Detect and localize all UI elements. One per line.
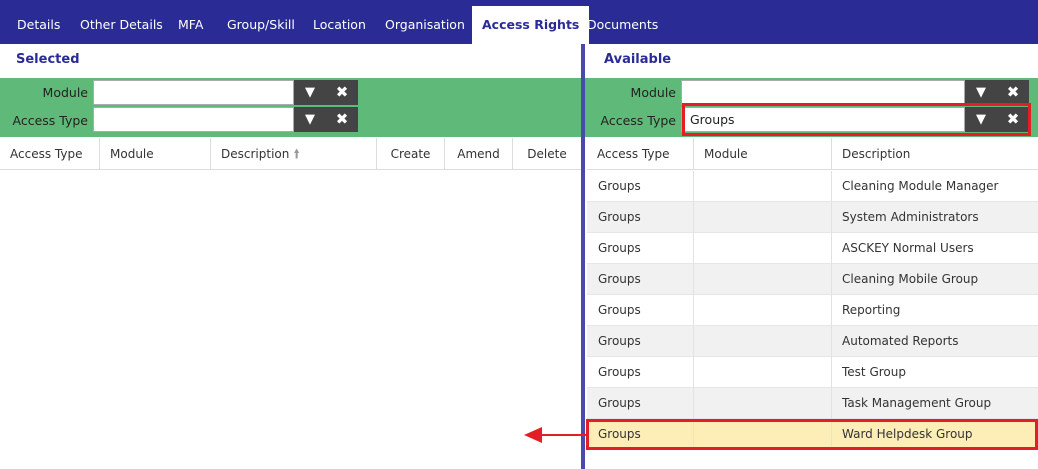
annotation-highlight-access-type	[682, 103, 1031, 136]
available-access-type-label: Access Type	[600, 113, 676, 128]
available-module-clear-button[interactable]: ✖	[997, 80, 1029, 105]
col-amend[interactable]: Amend	[445, 138, 513, 169]
cell-description: Task Management Group	[842, 396, 992, 410]
close-icon: ✖	[335, 83, 349, 101]
tab-bar: Details Other Details MFA Group/Skill Lo…	[0, 0, 1038, 44]
arrow-left-icon	[524, 427, 542, 443]
col-module[interactable]: Module	[100, 138, 211, 169]
column-divider	[831, 357, 832, 388]
selected-table-header: Access Type Module Description 🠙 Create A…	[0, 138, 581, 170]
selected-access-type-label: Access Type	[12, 113, 88, 128]
cell-description: System Administrators	[842, 210, 979, 224]
selected-access-type-input[interactable]	[93, 107, 294, 132]
caret-down-icon: ▼	[305, 112, 315, 127]
column-divider	[831, 264, 832, 295]
column-divider	[693, 326, 694, 357]
available-panel-title: Available	[604, 52, 672, 67]
col-description[interactable]: Description	[832, 138, 1038, 169]
selected-module-label: Module	[42, 85, 88, 100]
tab-access-rights[interactable]: Access Rights	[472, 6, 590, 44]
selected-access-type-clear-button[interactable]: ✖	[326, 107, 358, 132]
selected-module-input[interactable]	[93, 80, 294, 105]
annotation-highlight-row	[586, 419, 1038, 450]
col-module[interactable]: Module	[694, 138, 832, 169]
cell-description: Cleaning Mobile Group	[842, 272, 979, 286]
selected-filter-bar: Module ▼ ✖ Access Type ▼ ✖	[0, 78, 581, 137]
cell-access-type: Groups	[598, 365, 641, 379]
column-divider	[831, 233, 832, 264]
tab-documents[interactable]: Documents	[587, 0, 658, 44]
col-description-label: Description	[221, 147, 290, 161]
close-icon: ✖	[335, 110, 349, 128]
column-divider	[693, 295, 694, 326]
col-access-type[interactable]: Access Type	[0, 138, 100, 169]
caret-down-icon: ▼	[305, 85, 315, 100]
table-row[interactable]: Groups Cleaning Module Manager	[587, 171, 1038, 202]
table-row[interactable]: Groups System Administrators	[587, 202, 1038, 233]
table-row[interactable]: Groups Automated Reports	[587, 326, 1038, 357]
tab-group-skill[interactable]: Group/Skill	[227, 0, 295, 44]
tab-details[interactable]: Details	[17, 0, 60, 44]
col-access-type[interactable]: Access Type	[587, 138, 694, 169]
table-row[interactable]: Groups Test Group	[587, 357, 1038, 388]
sort-ascending-icon[interactable]: 🠙	[293, 147, 300, 162]
column-divider	[693, 264, 694, 295]
selected-access-type-dropdown-button[interactable]: ▼	[294, 107, 326, 132]
cell-description: Cleaning Module Manager	[842, 179, 999, 193]
selected-panel-title: Selected	[16, 52, 80, 67]
column-divider	[831, 202, 832, 233]
cell-access-type: Groups	[598, 272, 641, 286]
column-divider	[693, 233, 694, 264]
column-divider	[831, 295, 832, 326]
cell-access-type: Groups	[598, 210, 641, 224]
cell-description: Reporting	[842, 303, 901, 317]
col-description[interactable]: Description 🠙	[211, 138, 377, 169]
col-delete[interactable]: Delete	[513, 138, 581, 169]
table-row[interactable]: Groups Task Management Group	[587, 388, 1038, 419]
tab-location[interactable]: Location	[313, 0, 366, 44]
available-module-label: Module	[630, 85, 676, 100]
cell-access-type: Groups	[598, 241, 641, 255]
available-module-dropdown-button[interactable]: ▼	[965, 80, 997, 105]
tab-organisation[interactable]: Organisation	[385, 0, 465, 44]
column-divider	[693, 357, 694, 388]
caret-down-icon: ▼	[976, 85, 986, 100]
selected-module-clear-button[interactable]: ✖	[326, 80, 358, 105]
column-divider	[831, 171, 832, 202]
column-divider	[693, 171, 694, 202]
cell-access-type: Groups	[598, 303, 641, 317]
cell-description: Automated Reports	[842, 334, 959, 348]
table-row[interactable]: Groups Reporting	[587, 295, 1038, 326]
cell-description: Test Group	[842, 365, 906, 379]
available-table-header: Access Type Module Description	[587, 138, 1038, 170]
column-divider	[693, 202, 694, 233]
cell-access-type: Groups	[598, 396, 641, 410]
available-module-input[interactable]	[681, 80, 965, 105]
column-divider	[831, 388, 832, 419]
tab-mfa[interactable]: MFA	[178, 0, 203, 44]
cell-access-type: Groups	[598, 334, 641, 348]
cell-description: ASCKEY Normal Users	[842, 241, 974, 255]
selected-module-dropdown-button[interactable]: ▼	[294, 80, 326, 105]
cell-access-type: Groups	[598, 179, 641, 193]
annotation-arrow-line	[540, 434, 587, 436]
tab-other-details[interactable]: Other Details	[80, 0, 163, 44]
close-icon: ✖	[1006, 83, 1020, 101]
column-divider	[831, 326, 832, 357]
table-row[interactable]: Groups ASCKEY Normal Users	[587, 233, 1038, 264]
col-create[interactable]: Create	[377, 138, 445, 169]
column-divider	[693, 388, 694, 419]
table-row[interactable]: Groups Cleaning Mobile Group	[587, 264, 1038, 295]
